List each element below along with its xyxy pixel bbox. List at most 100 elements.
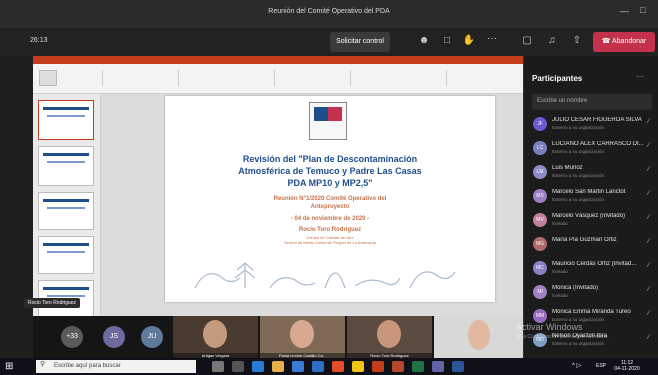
muted-mic-icon: ∕ (648, 334, 650, 341)
mail-icon[interactable] (312, 361, 324, 372)
participant-list: JF JULIO CESAR FIGUEROA SILVA Externo a su… (524, 114, 658, 356)
participant-row[interactable]: MI Monica (Invitado) Invitado ∕ (524, 282, 658, 304)
video-strip: +33 JS JU Artigas Vergara Paula Ivonne C… (33, 316, 523, 360)
edge-icon[interactable] (252, 361, 264, 372)
participant-name: María Pía Guzman Ortiz (552, 237, 617, 243)
tray-icons[interactable]: ^ ▷ (572, 362, 581, 369)
cortana-icon[interactable] (212, 361, 224, 372)
word-icon[interactable] (452, 361, 464, 372)
participant-row[interactable]: LM Luis Muñoz Externo a su organización ∕ (524, 162, 658, 184)
task-view-icon[interactable] (232, 361, 244, 372)
share-screen-icon[interactable]: ⇧ (570, 35, 584, 46)
thumbnail-slide-3[interactable] (38, 192, 94, 230)
participant-avatar: MV (533, 213, 547, 227)
meeting-line-1: Reunión N°1/2020 Comité Operativo del (273, 196, 387, 202)
participant-org: Invitado (552, 221, 568, 226)
meeting-line-2: Anteproyecto (310, 204, 350, 210)
muted-mic-icon: ∕ (648, 310, 650, 317)
windows-start-icon[interactable]: ⊞ (5, 361, 17, 372)
participant-name: Luis Muñoz (552, 165, 583, 171)
camera-off-icon[interactable]: ▢ (520, 35, 534, 46)
ribbon-titlebar (33, 56, 523, 64)
seremi-logo (309, 102, 347, 140)
powerpoint-ribbon (33, 56, 523, 94)
participant-org: Invitado (552, 269, 568, 274)
meeting-timer: 26:13 (30, 37, 48, 44)
folder-icon[interactable] (352, 361, 364, 372)
participant-bubble-js[interactable]: JS (103, 326, 125, 348)
participant-row[interactable]: MC Mauricio Cerdas Ortiz (Invitad... Invit… (524, 258, 658, 280)
participant-name: Marcelo Vásquez (Invitado) (552, 213, 626, 219)
ribbon-controls (39, 68, 509, 90)
teams-icon[interactable] (432, 361, 444, 372)
paragraph-group (281, 70, 351, 86)
mic-off-icon[interactable]: ♫ (545, 35, 559, 46)
activation-watermark-sub: Ve a Configuración para activar Windows. (516, 334, 609, 340)
participant-name: Monica (Invitado) (552, 285, 599, 291)
clock-date: 04-11-2020 (614, 366, 640, 372)
video-tile-4[interactable] (434, 316, 523, 360)
shared-screen: Revisión del "Plan de Descontaminación A… (33, 56, 523, 356)
participant-name: LUCIANO ALEX CARRASCO DI... (552, 141, 644, 147)
participants-icon[interactable]: ☻ (417, 35, 431, 46)
participant-name: Monica Emma Miranda Tureo (552, 309, 631, 315)
file-explorer-icon[interactable] (272, 361, 284, 372)
muted-mic-icon: ∕ (648, 166, 650, 173)
overflow-participants-bubble[interactable]: +33 (61, 326, 83, 348)
request-control-button[interactable]: Solicitar control (330, 32, 390, 52)
acrobat-icon[interactable] (392, 361, 404, 372)
participant-row[interactable]: MS Marcelo San Martin Lanctot Externo a su… (524, 186, 658, 208)
participant-row[interactable]: LC LUCIANO ALEX CARRASCO DI... Externo a s… (524, 138, 658, 160)
raise-hand-icon[interactable]: ✋ (462, 35, 476, 46)
slide-title-line-3: PDA MP10 y MP2,5" (287, 178, 373, 188)
thumbnail-slide-2[interactable] (38, 146, 94, 186)
muted-mic-icon: ∕ (648, 262, 650, 269)
person-silhouette (468, 320, 490, 350)
chat-icon[interactable]: □ (440, 35, 454, 46)
chrome-icon[interactable] (332, 361, 344, 372)
editing-group (453, 70, 503, 86)
fauna-flora-illustration (194, 262, 456, 289)
muted-mic-icon: ∕ (648, 286, 650, 293)
panel-title: Participantes (532, 74, 583, 83)
system-clock[interactable]: 11:12 04-11-2020 (610, 360, 644, 372)
participant-search-input[interactable]: Escribe un nombre (532, 94, 652, 110)
windows-taskbar: ⊞ Escribe aquí para buscar ⚲ ^ ▷ ESP 11:… (0, 358, 658, 375)
participant-row[interactable]: JF JULIO CESAR FIGUEROA SILVA Externo a su… (524, 114, 658, 136)
video-tile-2[interactable]: Paula Ivonne Castillo Ca... (260, 316, 345, 360)
video-tile-1[interactable]: Artigas Vergara (173, 316, 258, 360)
current-slide: Revisión del "Plan de Descontaminación A… (165, 96, 495, 302)
participant-avatar: MC (533, 261, 547, 275)
language-indicator[interactable]: ESP (596, 363, 606, 369)
participant-row[interactable]: MV Marcelo Vásquez (Invitado) Invitado ∕ (524, 210, 658, 232)
participant-org: Externo a su organización (552, 341, 605, 346)
hang-up-icon: ☎ (601, 38, 612, 45)
excel-icon[interactable] (412, 361, 424, 372)
muted-mic-icon: ∕ (648, 142, 650, 149)
participant-name: JULIO CESAR FIGUEROA SILVA (552, 117, 642, 123)
thumbnail-slide-4[interactable] (38, 236, 94, 274)
paste-icon[interactable] (39, 70, 57, 86)
presenter-name-tag: Rocio Toro Rodriguez (24, 298, 80, 308)
muted-mic-icon: ∕ (648, 118, 650, 125)
clipboard-group (63, 70, 103, 86)
video-tile-3[interactable]: Rocio Toro Rodriguez (347, 316, 432, 360)
presenter-name: Rocío Toro Rodriguez (298, 227, 362, 233)
participant-row[interactable]: MG María Pía Guzman Ortiz ∕ (524, 234, 658, 256)
minimize-icon[interactable]: — (620, 6, 629, 16)
powerpoint-icon[interactable] (372, 361, 384, 372)
participant-avatar: MM (533, 309, 547, 323)
panel-more-icon[interactable]: ··· (636, 72, 644, 81)
maximize-icon[interactable]: □ (640, 5, 645, 15)
taskbar-search-input[interactable]: Escribe aquí para buscar (36, 360, 196, 373)
slides-group (109, 70, 179, 86)
leave-button[interactable]: ☎ Abandonar (593, 32, 655, 52)
presenter-role-2: Seremi de Medio Ambiente Región de La Ar… (283, 240, 377, 245)
store-icon[interactable] (292, 361, 304, 372)
muted-mic-icon: ∕ (648, 190, 650, 197)
participant-org: Externo a su organización (552, 173, 605, 178)
participant-bubble-ju[interactable]: JU (141, 326, 163, 348)
more-options-icon[interactable]: ··· (485, 33, 499, 44)
title-bar: Reunión del Comité Operativo del PDA — □ (0, 0, 658, 28)
thumbnail-slide-1[interactable] (38, 100, 94, 140)
